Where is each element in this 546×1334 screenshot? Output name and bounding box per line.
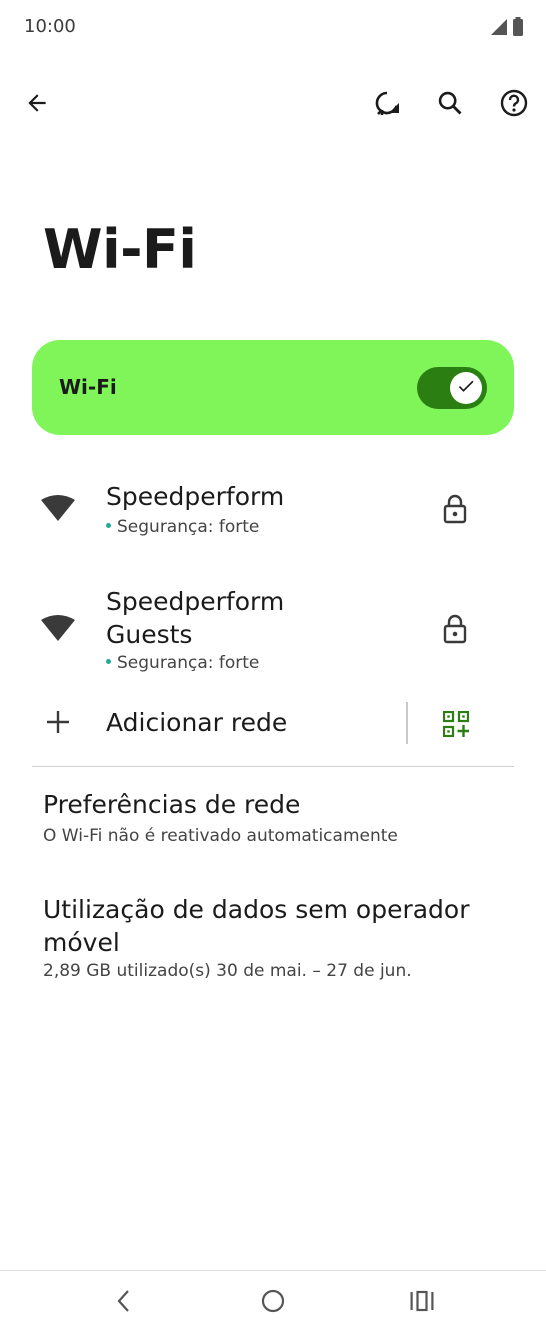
network-item-speedperform[interactable]: Speedperform Segurança: forte bbox=[0, 476, 546, 546]
wifi-signal-icon bbox=[40, 614, 76, 648]
network-name-line: Speedperform bbox=[106, 587, 285, 616]
divider bbox=[406, 702, 408, 744]
back-button[interactable] bbox=[12, 80, 62, 130]
search-icon bbox=[436, 89, 464, 121]
network-security-text: Segurança: forte bbox=[117, 653, 260, 673]
network-item-speedperform-guests[interactable]: Speedperform Guests Segurança: forte bbox=[0, 584, 546, 679]
lock-icon bbox=[442, 614, 468, 648]
network-name: Speedperform Guests bbox=[106, 585, 284, 651]
status-icons bbox=[490, 17, 524, 40]
network-security-status: Segurança: forte bbox=[106, 517, 259, 537]
search-button[interactable] bbox=[425, 80, 475, 130]
network-security-status: Segurança: forte bbox=[106, 653, 259, 673]
nav-back-icon bbox=[114, 1289, 134, 1317]
status-dot bbox=[106, 522, 111, 528]
lock-icon bbox=[442, 494, 468, 528]
status-dot bbox=[106, 658, 111, 664]
network-name-line: Speedperform bbox=[106, 482, 285, 511]
add-network-row: Adicionar rede bbox=[0, 700, 546, 748]
qr-code-add-icon bbox=[442, 710, 470, 741]
page-title: Wi-Fi bbox=[43, 218, 197, 281]
wifi-settings-screen: 10:00 Wi-Fi Wi-Fi Speedperform Segurança… bbox=[0, 0, 546, 1334]
network-preferences-title: Preferências de rede bbox=[43, 790, 301, 819]
network-name: Speedperform bbox=[106, 480, 284, 513]
wifi-switch[interactable] bbox=[417, 367, 487, 409]
status-bar: 10:00 bbox=[0, 0, 546, 54]
data-usage-subtitle: 2,89 GB utilizado(s) 30 de mai. – 27 de … bbox=[43, 961, 412, 981]
wifi-master-toggle-card[interactable]: Wi-Fi bbox=[32, 340, 514, 435]
arrow-back-icon bbox=[24, 90, 50, 120]
qr-scan-button[interactable] bbox=[436, 706, 476, 746]
plus-icon bbox=[44, 708, 72, 740]
add-network-button[interactable]: Adicionar rede bbox=[106, 708, 287, 737]
check-icon bbox=[456, 376, 476, 400]
nav-recents-icon bbox=[409, 1290, 435, 1316]
nav-home-button[interactable] bbox=[253, 1285, 293, 1321]
status-time: 10:00 bbox=[24, 16, 76, 37]
section-divider bbox=[32, 766, 514, 767]
battery-icon bbox=[512, 17, 524, 40]
network-security-text: Segurança: forte bbox=[117, 517, 260, 537]
refresh-button[interactable] bbox=[362, 80, 412, 130]
switch-thumb bbox=[450, 372, 482, 404]
wifi-toggle-label: Wi-Fi bbox=[59, 375, 117, 399]
nav-recents-button[interactable] bbox=[402, 1285, 442, 1321]
nav-home-icon bbox=[260, 1288, 286, 1318]
top-toolbar bbox=[0, 80, 546, 130]
network-preferences-subtitle: O Wi-Fi não é reativado automaticamente bbox=[43, 826, 398, 846]
wifi-signal-icon bbox=[40, 494, 76, 528]
data-usage-title: Utilização de dados sem operador móvel bbox=[43, 895, 470, 957]
help-icon bbox=[499, 88, 529, 122]
system-navigation-bar bbox=[0, 1270, 546, 1334]
network-name-line: Guests bbox=[106, 620, 193, 649]
signal-icon bbox=[490, 18, 508, 40]
help-button[interactable] bbox=[489, 80, 539, 130]
wifi-refresh-icon bbox=[372, 88, 402, 122]
nav-back-button[interactable] bbox=[104, 1285, 144, 1321]
